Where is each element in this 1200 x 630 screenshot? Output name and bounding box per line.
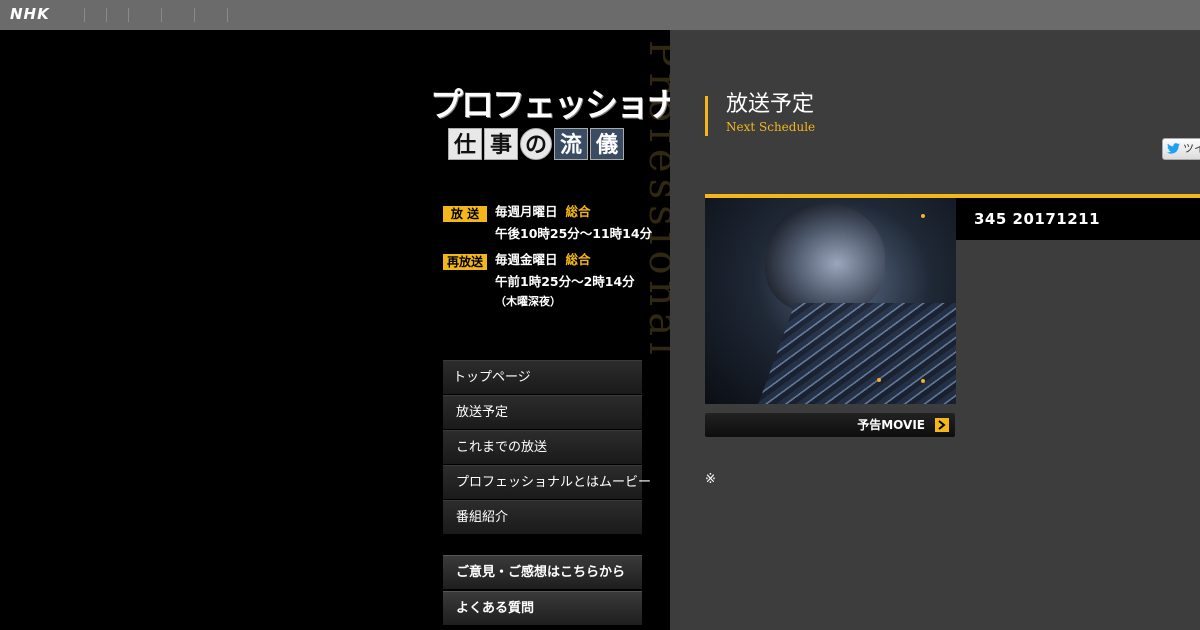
main-nav: トップページ 放送予定 これまでの放送 プロフェッショナルとはムービー 番組紹介 [443,360,651,535]
preview-movie-label: 予告MOVIE [857,418,925,432]
nav-item-schedule[interactable]: 放送予定 [443,395,642,429]
episode-title[interactable]: 345 20171211 [974,210,1100,228]
preview-movie-button[interactable]: 予告MOVIE [705,413,955,437]
nav-item-program-intro[interactable]: 番組紹介 [443,500,642,534]
tweet-button[interactable]: ツイ [1162,138,1200,160]
rebroadcast-schedule: 再放送 毎週金曜日 総合 午前1時25分～2時14分 （木曜深夜） [443,252,663,311]
rebroadcast-note: （木曜深夜） [495,295,561,308]
nav-item-faq[interactable]: よくある質問 [443,591,642,625]
right-panel: 放送予定 Next Schedule ツイ 345 20171211 予告MOV… [670,30,1200,630]
episode-title-bar: 345 20171211 [956,198,1200,240]
logo-char: 事 [484,128,518,160]
nav-item-top-page[interactable]: トップページ [443,360,642,394]
broadcast-schedule: 放 送 毎週月曜日 総合 午後10時25分～11時14分 [443,204,663,245]
topbar-separators [84,8,228,22]
episode-thumbnail[interactable] [705,198,956,404]
left-panel: Professional プロフェッショナル 仕 事 の 流 儀 放 送 毎週月… [0,30,670,630]
nav-item-about-movie[interactable]: プロフェッショナルとはムービー [443,465,651,499]
logo-char: 仕 [448,128,482,160]
tweet-label: ツイ [1183,142,1200,155]
twitter-bird-icon [1167,143,1180,154]
broadcast-badge: 放 送 [443,206,487,222]
broadcast-day: 毎週月曜日 [495,204,558,219]
heading-japanese: 放送予定 [726,92,815,117]
nav-item-feedback[interactable]: ご意見・ご感想はこちらから [443,555,642,589]
logo-char: 流 [554,128,588,160]
program-logo-main: プロフェッショナル [430,85,670,124]
logo-char: 儀 [590,128,624,160]
nhk-topbar: NHK [0,0,1200,30]
note-mark: ※ [705,472,716,487]
rebroadcast-channel: 総合 [565,252,591,267]
broadcast-channel: 総合 [565,204,591,219]
secondary-nav: ご意見・ご感想はこちらから よくある質問 [443,555,642,627]
program-logo[interactable]: プロフェッショナル 仕 事 の 流 儀 [430,78,670,160]
broadcast-time: 午後10時25分～11時14分 [495,226,653,241]
rebroadcast-day: 毎週金曜日 [495,252,558,267]
section-heading: 放送予定 Next Schedule [705,92,816,136]
rebroadcast-badge: 再放送 [443,254,487,270]
play-arrow-icon [935,418,949,432]
nav-item-past-broadcasts[interactable]: これまでの放送 [443,430,642,464]
nhk-logo[interactable]: NHK [10,5,50,23]
heading-english: Next Schedule [726,120,816,134]
rebroadcast-time: 午前1時25分～2時14分 [495,274,635,289]
program-logo-sub: 仕 事 の 流 儀 [448,128,650,160]
logo-char: の [520,128,552,160]
